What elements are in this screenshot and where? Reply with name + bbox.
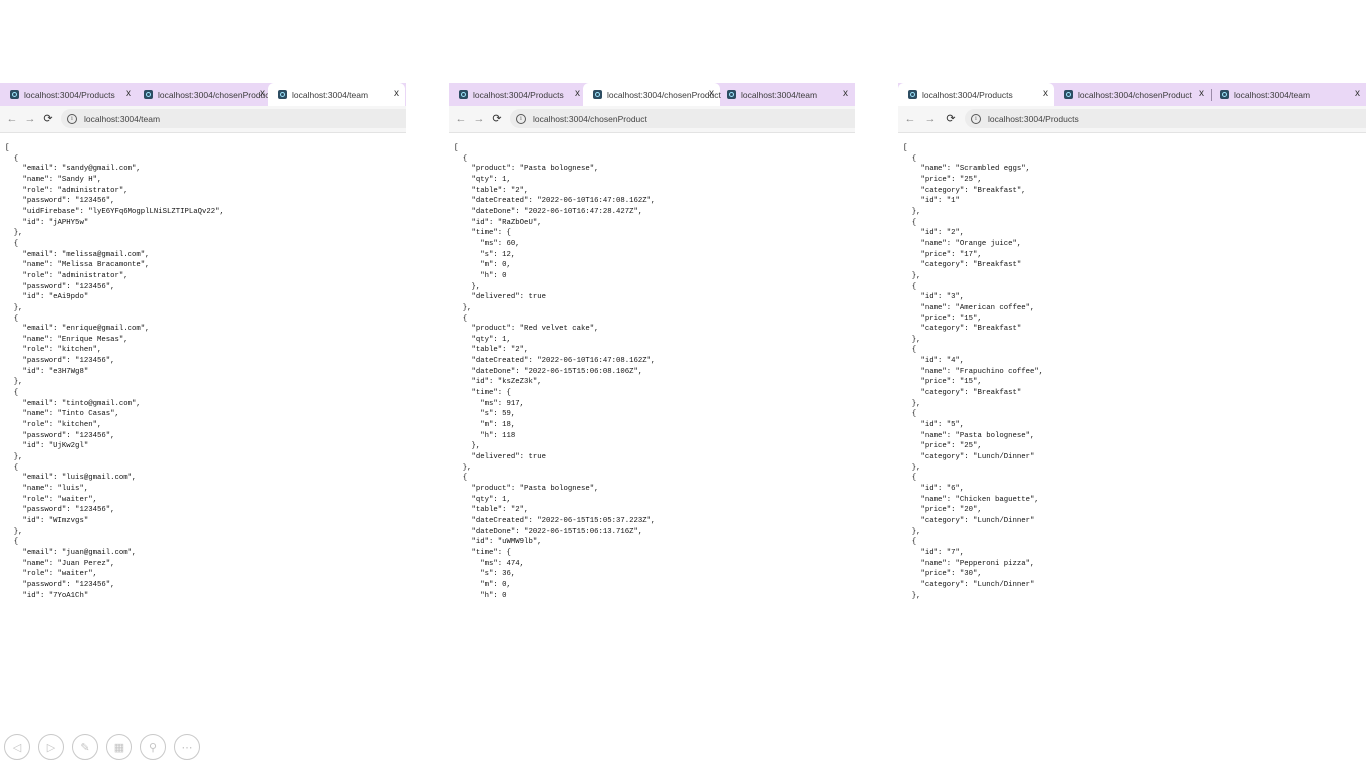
- close-icon[interactable]: x: [1199, 88, 1204, 100]
- browser-toolbar: ← → ⟳ i localhost:3004/Products: [898, 106, 1366, 133]
- zoom-icon[interactable]: ⚲: [140, 734, 166, 760]
- grid-icon[interactable]: ▦: [106, 734, 132, 760]
- more-icon[interactable]: ⋯: [174, 734, 200, 760]
- json-content: [ { "name": "Scrambled eggs", "price": "…: [903, 144, 1044, 600]
- browser-window-products: localhost:3004/Products x localhost:3004…: [898, 83, 1366, 603]
- back-icon[interactable]: ←: [903, 111, 917, 127]
- info-icon[interactable]: i: [67, 113, 77, 124]
- react-favicon-icon: [908, 90, 917, 99]
- browser-toolbar: ← → ⟳ i localhost:3004/chosenProduct: [449, 106, 855, 133]
- tab-team[interactable]: localhost:3004/team x: [268, 83, 405, 106]
- react-favicon-icon: [727, 90, 736, 99]
- reload-icon[interactable]: ⟳: [944, 111, 958, 127]
- tab-strip: localhost:3004/Products x localhost:3004…: [898, 83, 1366, 106]
- tab-products[interactable]: localhost:3004/Products x: [0, 83, 137, 106]
- forward-icon[interactable]: →: [23, 111, 37, 127]
- address-bar[interactable]: i localhost:3004/Products: [965, 109, 1366, 128]
- info-icon[interactable]: i: [516, 113, 526, 124]
- back-icon[interactable]: ←: [454, 111, 468, 127]
- pen-icon[interactable]: ✎: [72, 734, 98, 760]
- address-bar[interactable]: i localhost:3004/chosenProduct: [510, 109, 855, 128]
- close-icon[interactable]: x: [575, 88, 580, 100]
- react-favicon-icon: [144, 90, 153, 99]
- back-icon[interactable]: ←: [5, 111, 19, 127]
- url-text: localhost:3004/Products: [988, 113, 1079, 124]
- react-favicon-icon: [593, 90, 602, 99]
- json-content: [ { "product": "Pasta bolognese", "qty":…: [454, 144, 656, 600]
- close-icon[interactable]: x: [1355, 88, 1360, 100]
- previous-slide-icon[interactable]: ◁: [4, 734, 30, 760]
- forward-icon[interactable]: →: [923, 111, 937, 127]
- tab-products[interactable]: localhost:3004/Products x: [449, 83, 586, 106]
- address-bar[interactable]: i localhost:3004/team: [61, 109, 406, 128]
- react-favicon-icon: [10, 90, 19, 99]
- tab-products[interactable]: localhost:3004/Products x: [898, 83, 1054, 106]
- close-icon[interactable]: x: [709, 88, 714, 100]
- tab-team[interactable]: localhost:3004/team x: [1210, 83, 1366, 106]
- react-favicon-icon: [1064, 90, 1073, 99]
- close-icon[interactable]: x: [260, 88, 265, 100]
- react-favicon-icon: [459, 90, 468, 99]
- tab-chosen-product[interactable]: localhost:3004/chosenProduct x: [1054, 83, 1210, 106]
- tab-chosen-product[interactable]: localhost:3004/chosenProduct x: [583, 83, 721, 106]
- browser-window-chosen-product: localhost:3004/Products x localhost:3004…: [449, 83, 855, 603]
- reload-icon[interactable]: ⟳: [490, 111, 504, 127]
- tab-strip: localhost:3004/Products x localhost:3004…: [0, 83, 406, 106]
- tab-chosen-product[interactable]: localhost:3004/chosenProduct x: [134, 83, 272, 106]
- next-slide-icon[interactable]: ▷: [38, 734, 64, 760]
- close-icon[interactable]: x: [126, 88, 131, 100]
- url-text: localhost:3004/team: [84, 113, 161, 124]
- close-icon[interactable]: x: [394, 88, 399, 100]
- forward-icon[interactable]: →: [472, 111, 486, 127]
- close-icon[interactable]: x: [843, 88, 848, 100]
- browser-toolbar: ← → ⟳ i localhost:3004/team: [0, 106, 406, 133]
- json-content: [ { "email": "sandy@gmail.com", "name": …: [5, 144, 224, 600]
- url-text: localhost:3004/chosenProduct: [533, 113, 647, 124]
- close-icon[interactable]: x: [1043, 88, 1048, 100]
- tab-team[interactable]: localhost:3004/team x: [717, 83, 854, 106]
- react-favicon-icon: [278, 90, 287, 99]
- browser-window-team: localhost:3004/Products x localhost:3004…: [0, 83, 406, 603]
- reload-icon[interactable]: ⟳: [41, 111, 55, 127]
- react-favicon-icon: [1220, 90, 1229, 99]
- slideshow-controls: ◁ ▷ ✎ ▦ ⚲ ⋯: [4, 734, 200, 760]
- tab-strip: localhost:3004/Products x localhost:3004…: [449, 83, 855, 106]
- info-icon[interactable]: i: [971, 113, 981, 124]
